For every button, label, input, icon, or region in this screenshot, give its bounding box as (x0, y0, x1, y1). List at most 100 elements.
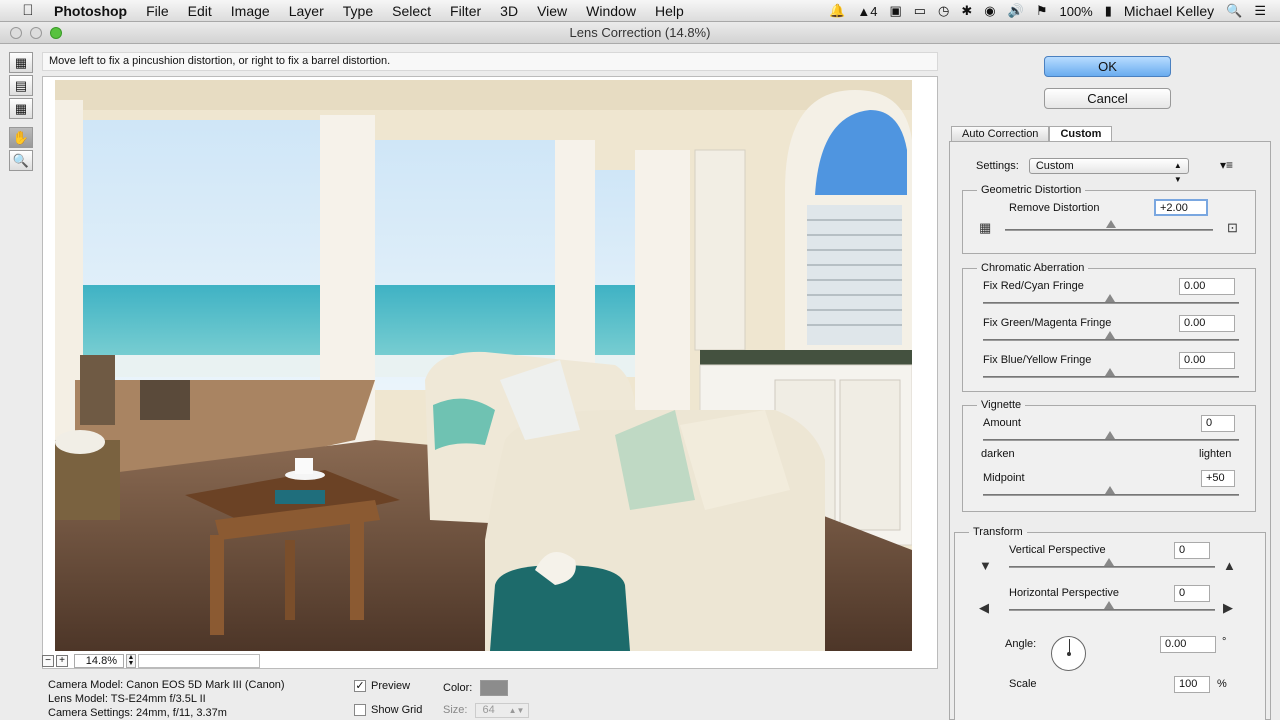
zoom-in-button[interactable]: + (56, 654, 68, 667)
time-machine-icon[interactable]: ◷ (938, 3, 949, 19)
screen-icon[interactable]: ▣ (889, 3, 901, 19)
grid-size-stepper-icon: ▲▼ (508, 705, 525, 715)
pincushion-icon: ▦ (979, 220, 992, 235)
menu-type[interactable]: Type (343, 3, 373, 19)
menu-select[interactable]: Select (392, 3, 431, 19)
zoom-out-button[interactable]: − (42, 654, 54, 667)
transform-group: Transform Vertical Perspective 0 ▼ ▲ Hor… (954, 526, 1266, 720)
bluetooth-icon[interactable]: ✱ (961, 3, 972, 19)
vertical-perspective-input[interactable]: 0 (1174, 542, 1210, 559)
zoom-stepper-icon[interactable]: ▲ ▼ (126, 653, 136, 668)
battery-percent[interactable]: 100% (1059, 4, 1092, 19)
grid-size-field[interactable]: 64 ▲▼ (475, 702, 530, 718)
horizontal-perspective-label: Horizontal Perspective (1009, 587, 1120, 599)
airplay-icon[interactable]: ▭ (914, 3, 926, 19)
battery-icon[interactable]: ▮ (1105, 3, 1112, 19)
volume-icon[interactable]: 🔊 (1008, 3, 1024, 19)
menu-help[interactable]: Help (655, 3, 684, 19)
midpoint-label: Midpoint (983, 472, 1025, 484)
menu-app-name[interactable]: Photoshop (54, 3, 127, 19)
menu-edit[interactable]: Edit (188, 3, 212, 19)
menu-image[interactable]: Image (231, 3, 270, 19)
move-grid-tool-icon[interactable]: ▦ (9, 98, 33, 119)
chromatic-aberration-title: Chromatic Aberration (981, 262, 1085, 274)
remove-distortion-slider[interactable] (1005, 229, 1213, 231)
remove-distortion-thumb[interactable] (1106, 220, 1116, 228)
show-grid-label[interactable]: Show Grid (371, 704, 422, 716)
midpoint-input[interactable]: +50 (1201, 470, 1235, 487)
camera-settings: Camera Settings: 24mm, f/11, 3.37m (48, 707, 227, 719)
spotlight-icon[interactable]: 🔍 (1226, 3, 1242, 19)
window-titlebar: Lens Correction (14.8%) (0, 22, 1280, 44)
close-button[interactable] (10, 27, 22, 39)
menu-layer[interactable]: Layer (289, 3, 324, 19)
green-magenta-thumb[interactable] (1105, 331, 1115, 339)
settings-dropdown[interactable]: Custom ▲ ▼ (1028, 158, 1189, 184)
color-label: Color: (443, 682, 473, 694)
adobe-icon[interactable]: ▲4 (857, 4, 877, 19)
red-cyan-slider[interactable] (983, 302, 1239, 304)
vertical-perspective-thumb[interactable] (1104, 558, 1114, 566)
remove-distortion-tool-icon[interactable]: ▦ (9, 52, 33, 73)
ok-button[interactable]: OK (1044, 56, 1171, 77)
midpoint-slider[interactable] (983, 494, 1239, 496)
green-magenta-input[interactable]: 0.00 (1179, 315, 1235, 332)
preview-canvas[interactable] (42, 76, 938, 669)
preview-checkbox[interactable]: ✓ (354, 680, 366, 692)
red-cyan-input[interactable]: 0.00 (1179, 278, 1235, 295)
scale-input[interactable]: 100 (1174, 676, 1210, 693)
horizontal-perspective-slider[interactable] (1009, 609, 1215, 611)
notification-icon[interactable]: ☰ (1254, 3, 1266, 19)
menu-file[interactable]: File (146, 3, 169, 19)
user-name[interactable]: Michael Kelley (1124, 3, 1214, 19)
room-photo (55, 80, 912, 651)
bell-icon[interactable]: 🔔 (829, 3, 845, 19)
camera-model: Camera Model: Canon EOS 5D Mark III (Can… (48, 679, 285, 691)
green-magenta-slider[interactable] (983, 339, 1239, 341)
menu-filter[interactable]: Filter (450, 3, 481, 19)
blue-yellow-input[interactable]: 0.00 (1179, 352, 1235, 369)
vertical-perspective-slider[interactable] (1009, 566, 1215, 568)
angle-input[interactable]: 0.00 (1160, 636, 1216, 653)
red-cyan-label: Fix Red/Cyan Fringe (983, 280, 1084, 292)
red-cyan-thumb[interactable] (1105, 294, 1115, 302)
settings-menu-icon[interactable]: ▾≡ (1220, 158, 1233, 172)
horizontal-perspective-input[interactable]: 0 (1174, 585, 1210, 602)
flag-icon[interactable]: ⚑ (1036, 3, 1048, 19)
grid-color-swatch[interactable] (480, 680, 509, 696)
menu-3d[interactable]: 3D (500, 3, 518, 19)
menu-window[interactable]: Window (586, 3, 636, 19)
hint-bar: Move left to fix a pincushion distortion… (42, 52, 938, 71)
menu-view[interactable]: View (537, 3, 567, 19)
show-grid-checkbox[interactable] (354, 704, 366, 716)
cancel-button[interactable]: Cancel (1044, 88, 1171, 109)
zoom-button[interactable] (50, 27, 62, 39)
zoom-level[interactable]: 14.8% (74, 653, 124, 668)
amount-slider[interactable] (983, 439, 1239, 441)
amount-input[interactable]: 0 (1201, 415, 1235, 432)
vertical-perspective-minus-icon: ▼ (979, 558, 992, 573)
minimize-button[interactable] (30, 27, 42, 39)
amount-label: Amount (983, 417, 1021, 429)
zoom-tool-icon[interactable]: 🔍 (9, 150, 33, 171)
preview-label[interactable]: Preview (371, 680, 410, 692)
chromatic-aberration-group: Chromatic Aberration Fix Red/Cyan Fringe… (962, 262, 1256, 392)
blue-yellow-slider[interactable] (983, 376, 1239, 378)
wifi-icon[interactable]: ◉ (984, 3, 995, 19)
apple-icon[interactable]:  (18, 2, 38, 19)
preview-image[interactable] (55, 80, 912, 651)
horizontal-perspective-thumb[interactable] (1104, 601, 1114, 609)
angle-dial[interactable] (1051, 636, 1086, 671)
remove-distortion-input[interactable]: +2.00 (1154, 199, 1208, 216)
window-controls (10, 27, 62, 39)
blue-yellow-thumb[interactable] (1105, 368, 1115, 376)
midpoint-thumb[interactable] (1105, 486, 1115, 494)
tab-auto-correction[interactable]: Auto Correction (951, 126, 1050, 142)
tab-custom[interactable]: Custom (1049, 126, 1113, 142)
vignette-group: Vignette Amount 0 darken lighten Midpoin… (962, 399, 1256, 512)
straighten-tool-icon[interactable]: ▤ (9, 75, 33, 96)
hand-tool-icon[interactable]: ✋ (9, 127, 33, 148)
transform-title: Transform (973, 526, 1023, 538)
amount-thumb[interactable] (1105, 431, 1115, 439)
scale-unit: % (1217, 678, 1227, 690)
